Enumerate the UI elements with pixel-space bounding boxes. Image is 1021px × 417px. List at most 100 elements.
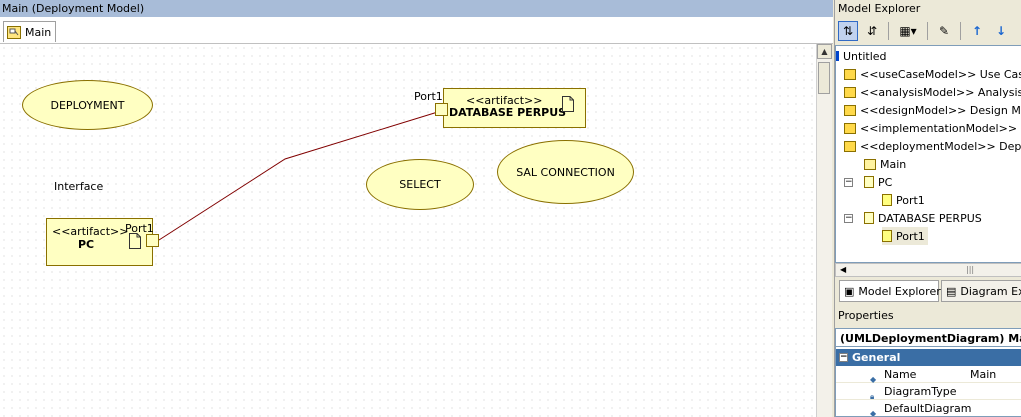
tree-node-label: Main [880,157,907,171]
model-explorer-icon: ▣ [844,284,855,298]
tree-node-db-port[interactable]: Port1 [882,227,928,245]
diagram-icon [7,25,21,39]
tree-node-label: DATABASE PERPUS [878,211,982,225]
artifact-db-name: DATABASE PERPUS [449,106,567,119]
model-explorer-title: Model Explorer [835,0,1021,17]
property-icon: ◆ [870,409,877,417]
explorer-tabs: ▣ Model Explorer ▤ Diagram Explorer [835,280,1021,304]
ellipse-sal-connection[interactable]: SAL CONNECTION [497,140,634,204]
diagram-explorer-icon: ▤ [946,284,957,298]
property-name: DiagramType [884,385,957,398]
tree-node-label: <<useCaseModel>> Use Case Model [860,67,1021,81]
interface-label: Interface [54,180,104,193]
tree-node-usecase-model[interactable]: <<useCaseModel>> Use Case Model [844,65,1021,83]
tree-node-root[interactable]: Untitled [836,47,887,65]
artifact-pc-stereotype: <<artifact>> [52,225,129,238]
tree-node-label: <<implementationModel>> Implementation M… [860,121,1021,135]
property-name: Name [884,368,917,381]
diagram-title-bar: Main (Deployment Model) [0,0,833,17]
arrow-up-icon: ↑ [971,24,983,38]
tree-node-pc-port[interactable]: Port1 [882,191,925,209]
property-name: DefaultDiagram [884,402,972,415]
tree-node-label: <<deploymentModel>> Deployment Model [860,139,1021,153]
tree-node-database-perpus[interactable]: DATABASE PERPUS [864,209,982,227]
toolbar-separator [888,22,889,40]
collapse-database-icon[interactable]: − [844,214,853,223]
property-row-diagramtype[interactable]: 🔒︎ DiagramType [836,383,1021,401]
artifact-icon [864,212,874,224]
move-down-button[interactable]: ↓ [991,21,1011,41]
artifact-icon [864,176,874,188]
diagram-tab-bar [0,17,833,44]
ellipse-sal-connection-label: SAL CONNECTION [516,165,615,179]
artifact-database-perpus[interactable]: <<artifact>> DATABASE PERPUS [443,88,586,128]
property-row-defaultdiagram[interactable]: ◆ DefaultDiagram [836,400,1021,417]
sort-za-icon: ⇵ [866,24,878,38]
scroll-grip-icon: ||| [966,265,975,274]
port-icon [882,230,892,242]
arrow-down-icon: ↓ [995,24,1007,38]
port-icon [882,194,892,206]
package-icon [844,68,856,80]
properties-title: Properties [835,307,1021,324]
tab-diagram-explorer-label: Diagram Explorer [960,284,1021,298]
tree-horizontal-scrollbar[interactable]: ◀ ||| [835,263,1021,277]
right-panel: Model Explorer ⇅ ⇵ ▦▾ ✎ ↑ ↓ Untitled <<u… [834,0,1021,417]
package-icon [844,104,856,116]
tree-node-analysis-model[interactable]: <<analysisModel>> Analysis Model [844,83,1021,101]
tree-node-label: Port1 [896,229,925,243]
tree-node-design-model[interactable]: <<designModel>> Design Model [844,101,1021,119]
tree-node-deployment-model[interactable]: <<deploymentModel>> Deployment Model [844,137,1021,155]
tree-node-label: <<analysisModel>> Analysis Model [860,85,1021,99]
tab-model-explorer-label: Model Explorer [858,284,941,298]
scroll-left-icon[interactable]: ◀ [840,264,846,276]
category-general[interactable]: − General [836,349,1021,366]
property-value[interactable]: Main [970,366,996,383]
add-element-dropdown[interactable]: ▦▾ [895,21,921,41]
sort-by-name-button[interactable]: ⇵ [862,21,882,41]
model-explorer-toolbar: ⇅ ⇵ ▦▾ ✎ ↑ ↓ [835,17,1021,45]
add-element-icon: ▦▾ [899,24,917,38]
tree-node-pc[interactable]: PC [864,173,892,191]
tree-node-label: <<designModel>> Design Model [860,103,1021,117]
package-icon [844,86,856,98]
tree-root-icon [836,51,839,61]
artifact-pc-name: PC [78,238,95,251]
properties-grid[interactable]: − General ◆ Name Main 🔒︎ DiagramType ◆ D… [835,347,1021,417]
db-port[interactable] [435,103,448,116]
collapse-pc-icon[interactable]: − [844,178,853,187]
scroll-thumb[interactable] [818,62,830,94]
db-port-label: Port1 [414,90,443,103]
ellipse-deployment-label: DEPLOYMENT [50,98,125,112]
properties-header: (UMLDeploymentDiagram) Main [835,328,1021,347]
ellipse-select-label: SELECT [399,178,441,191]
ellipse-deployment[interactable]: DEPLOYMENT [22,80,153,130]
sort-by-kind-button[interactable]: ⇅ [838,21,858,41]
diagram-icon [864,158,876,170]
filter-icon: ✎ [938,24,950,38]
scroll-up-icon[interactable]: ▲ [817,44,832,59]
tree-node-main-diagram[interactable]: Main [864,155,906,173]
diagram-canvas[interactable]: DEPLOYMENT SELECT SAL CONNECTION Interfa… [0,44,816,417]
collapse-general-icon[interactable]: − [839,353,848,362]
package-icon [844,140,856,152]
move-up-button[interactable]: ↑ [967,21,987,41]
filter-button[interactable]: ✎ [934,21,954,41]
tab-diagram-explorer[interactable]: ▤ Diagram Explorer [941,280,1021,302]
model-tree[interactable]: Untitled <<useCaseModel>> Use Case Model… [835,45,1021,263]
tab-main[interactable]: Main [3,21,57,42]
document-icon [562,96,574,112]
tab-main-label: Main [25,25,52,39]
toolbar-separator [960,22,961,40]
diagram-vertical-scrollbar[interactable]: ▲ [816,44,832,417]
category-general-label: General [852,351,901,364]
tree-node-label: Port1 [896,193,925,207]
property-row-name[interactable]: ◆ Name Main [836,366,1021,384]
ellipse-select[interactable]: SELECT [366,159,474,210]
tab-model-explorer[interactable]: ▣ Model Explorer [839,280,941,302]
diagram-title: Main (Deployment Model) [2,2,145,15]
tree-node-implementation-model[interactable]: <<implementationModel>> Implementation M… [844,119,1021,137]
tree-node-label: PC [878,175,893,189]
pc-port[interactable] [146,234,159,247]
tree-root-label: Untitled [843,49,887,63]
